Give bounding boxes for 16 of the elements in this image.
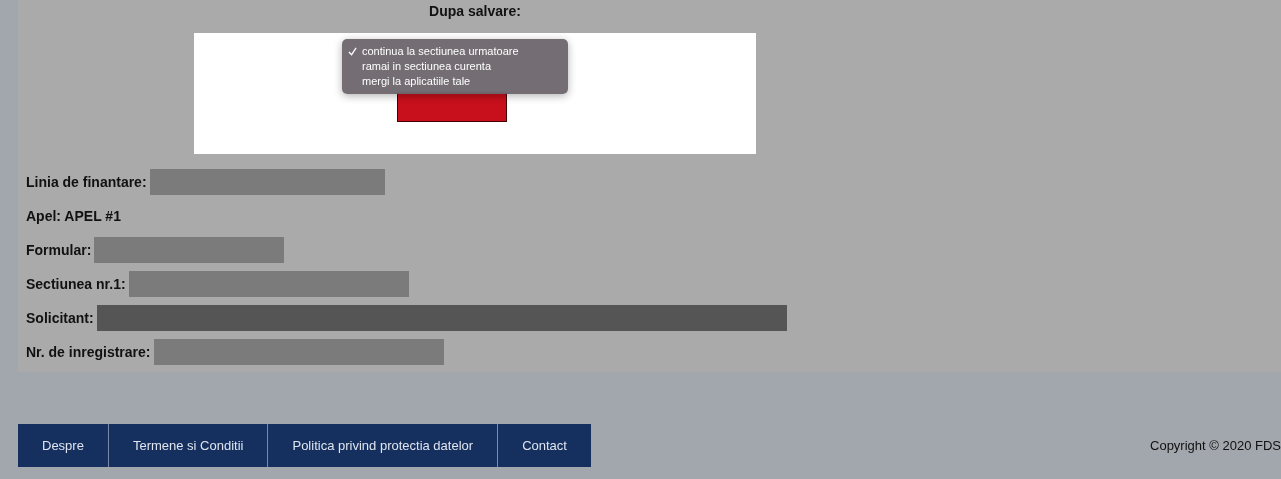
- save-button[interactable]: [397, 92, 507, 122]
- field-label: Sectiunea nr.1:: [26, 276, 126, 292]
- field-label: Nr. de inregistrare:: [26, 344, 151, 360]
- footer-link[interactable]: Despre: [18, 424, 109, 467]
- section-title: Dupa salvare:: [428, 2, 522, 21]
- field-label: Linia de finantare:: [26, 174, 147, 190]
- field-label: Formular:: [26, 242, 92, 258]
- field-label: Solicitant:: [26, 310, 94, 326]
- menu-item[interactable]: continua la sectiunea urmatoare: [342, 44, 568, 59]
- copyright-text: Copyright © 2020 FDS: [1150, 438, 1281, 453]
- field-label: Apel: APEL #1: [26, 208, 121, 224]
- footer-link[interactable]: Termene si Conditii: [108, 424, 269, 467]
- menu-item[interactable]: ramai in sectiunea curenta: [342, 59, 568, 74]
- footer-link[interactable]: Politica privind protectia datelor: [268, 424, 499, 467]
- footer-link[interactable]: Contact: [498, 424, 591, 467]
- menu-item[interactable]: mergi la aplicatiile tale: [342, 74, 568, 89]
